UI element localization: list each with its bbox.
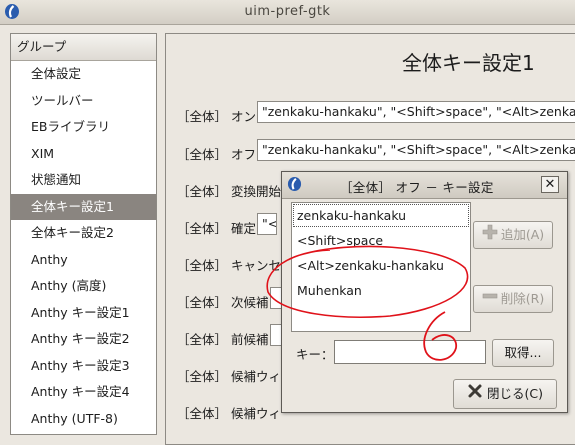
sidebar-item-anthy-key-2[interactable]: Anthy キー設定2 [11, 326, 156, 353]
key-input[interactable] [334, 340, 486, 364]
row-label-commit: ［全体］ 確定 [177, 221, 256, 236]
on-key-field[interactable]: "zenkaku-hankaku", "<Shift>space", "<Alt… [257, 101, 575, 123]
add-button-label: 追加(A) [500, 227, 545, 242]
key-label: キー： [296, 347, 334, 362]
key-settings-dialog: ［全体］ オフ － キー設定 ✕ zenkaku-hankaku <Shift>… [281, 171, 568, 413]
row-label-off: ［全体］ オフ [177, 147, 256, 162]
sidebar-item-status-notification[interactable]: 状態通知 [11, 167, 156, 194]
row-label-candidate-window-1: ［全体］ 候補ウィ [177, 369, 281, 384]
dialog-close-icon[interactable]: ✕ [541, 176, 559, 193]
row-label-prev-candidate: ［全体］ 前候補 [177, 332, 269, 347]
group-list-header[interactable]: グループ [11, 34, 156, 61]
close-x-icon [467, 381, 483, 409]
key-list-item[interactable]: <Shift>space [292, 228, 470, 253]
sidebar-item-xim[interactable]: XIM [11, 141, 156, 168]
sidebar-item-global-key-2[interactable]: 全体キー設定2 [11, 220, 156, 247]
row-label-cancel: ［全体］ キャンセル [177, 258, 294, 273]
uim-app-icon [287, 176, 302, 195]
page-title: 全体キー設定1 [402, 51, 535, 75]
remove-button-label: 削除(R) [500, 291, 545, 306]
key-list[interactable]: zenkaku-hankaku <Shift>space <Alt>zenkak… [291, 202, 471, 332]
row-label-next-candidate: ［全体］ 次候補 [177, 295, 269, 310]
key-list-item[interactable]: Muhenkan [292, 278, 470, 303]
sidebar-item-anthy-utf8[interactable]: Anthy (UTF-8) [11, 406, 156, 433]
remove-button[interactable]: 削除(R) [473, 285, 553, 313]
sidebar-item-eb-library[interactable]: EBライブラリ [11, 114, 156, 141]
sidebar-item-anthy-advanced[interactable]: Anthy (高度) [11, 273, 156, 300]
row-label-candidate-window-2: ［全体］ 候補ウィ [177, 406, 281, 421]
group-list[interactable]: グループ 全体設定 ツールバー EBライブラリ XIM 状態通知 全体キー設定1… [10, 33, 157, 435]
sidebar-item-global-key-1[interactable]: 全体キー設定1 [11, 193, 156, 220]
key-list-item[interactable]: <Alt>zenkaku-hankaku [292, 253, 470, 278]
sidebar-item-toolbar[interactable]: ツールバー [11, 88, 156, 115]
row-label-on: ［全体］ オン [177, 109, 256, 124]
close-button-label: 閉じる(C) [487, 386, 543, 401]
plus-icon [482, 223, 498, 249]
sidebar-item-anthy[interactable]: Anthy [11, 247, 156, 274]
sidebar-item-global-settings[interactable]: 全体設定 [11, 61, 156, 88]
sidebar-item-anthy-key-4[interactable]: Anthy キー設定4 [11, 379, 156, 406]
add-button[interactable]: 追加(A) [473, 221, 553, 249]
row-label-conversion-start: ［全体］ 変換開始 [177, 184, 281, 199]
minus-icon [482, 287, 498, 313]
off-key-field[interactable]: "zenkaku-hankaku", "<Shift>space", "<Alt… [257, 139, 575, 161]
window-titlebar[interactable]: uim-pref-gtk [0, 0, 575, 25]
commit-key-field[interactable]: "< [257, 213, 277, 235]
key-list-item[interactable]: zenkaku-hankaku [292, 203, 470, 228]
sidebar-item-anthy-key-1[interactable]: Anthy キー設定1 [11, 300, 156, 327]
close-button[interactable]: 閉じる(C) [453, 379, 557, 409]
capture-button[interactable]: 取得... [492, 339, 554, 367]
sidebar-item-anthy-key-3[interactable]: Anthy キー設定3 [11, 353, 156, 380]
dialog-titlebar[interactable]: ［全体］ オフ － キー設定 ✕ [282, 172, 567, 199]
dialog-title: ［全体］ オフ － キー設定 [340, 180, 494, 195]
window-title: uim-pref-gtk [244, 4, 331, 19]
